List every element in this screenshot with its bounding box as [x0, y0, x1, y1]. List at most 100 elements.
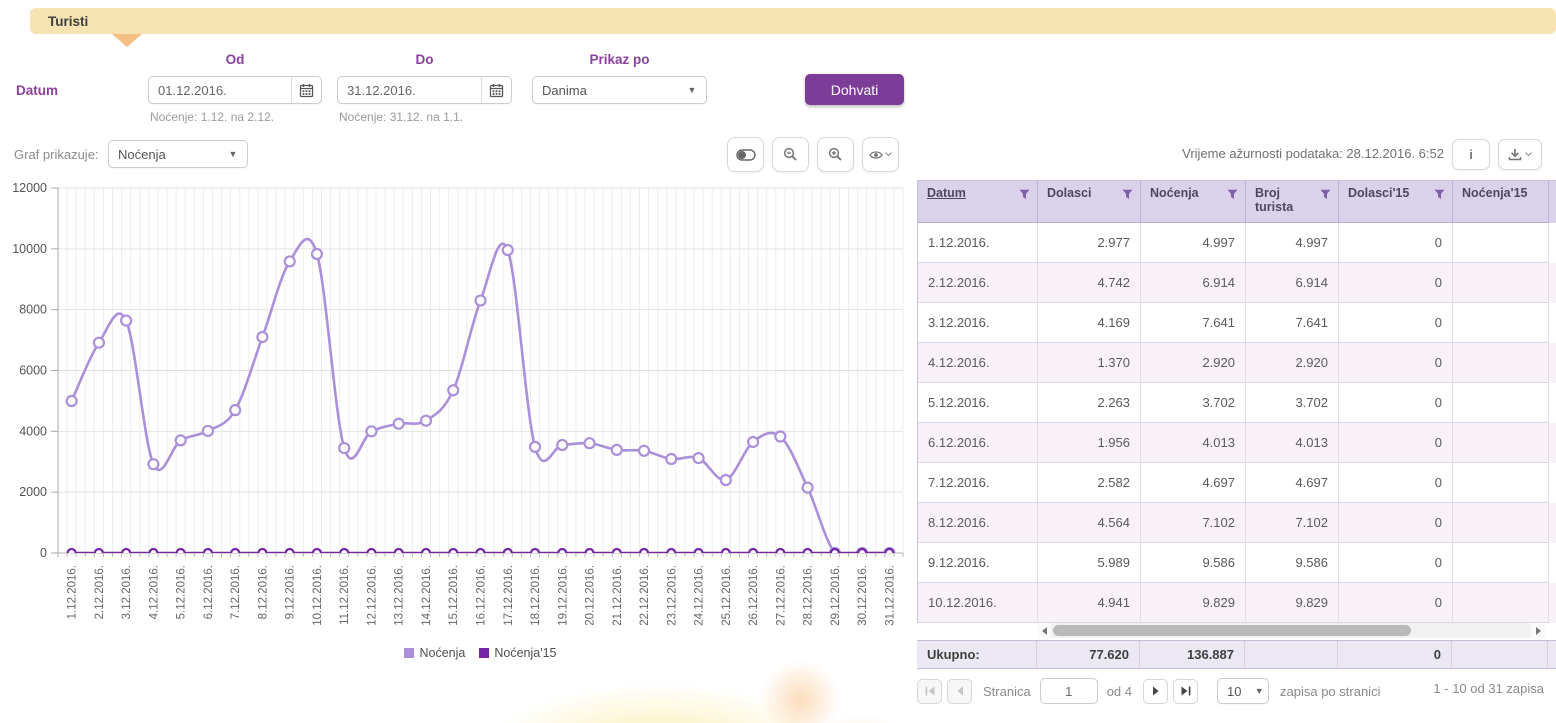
table-row[interactable]: 1.12.2016.2.9774.9974.9970 — [918, 223, 1556, 263]
date-from-input[interactable] — [149, 77, 291, 103]
filter-icon[interactable] — [1320, 189, 1331, 200]
column-header-no-enja[interactable]: Noćenja — [1141, 181, 1246, 223]
filter-icon[interactable] — [1019, 189, 1030, 200]
column-header-broj-turista[interactable]: Broj turista — [1246, 181, 1339, 223]
data-point-marker[interactable] — [476, 296, 486, 306]
legend-item[interactable]: Noćenja — [404, 646, 465, 660]
column-header-dolasci-15[interactable]: Dolasci'15 — [1339, 181, 1453, 223]
data-point-marker[interactable] — [448, 385, 458, 395]
data-point-marker[interactable] — [67, 396, 77, 406]
data-point-marker[interactable] — [585, 438, 595, 448]
data-point-marker[interactable] — [339, 443, 349, 453]
data-point-marker[interactable] — [557, 440, 567, 450]
table-row[interactable]: 3.12.2016.4.1697.6417.6410 — [918, 303, 1556, 343]
data-point-marker[interactable] — [667, 549, 675, 553]
graf-prikazuje-select[interactable]: Noćenja ▼ — [108, 140, 248, 168]
data-point-marker[interactable] — [177, 549, 185, 553]
data-point-marker[interactable] — [258, 549, 266, 553]
series-nocenja[interactable] — [67, 239, 895, 558]
data-point-marker[interactable] — [477, 549, 485, 553]
scrollbar-thumb[interactable] — [1053, 625, 1411, 636]
data-point-marker[interactable] — [640, 549, 648, 553]
data-point-marker[interactable] — [531, 549, 539, 553]
table-row[interactable]: 5.12.2016.2.2633.7023.7020 — [918, 383, 1556, 423]
data-point-marker[interactable] — [803, 483, 813, 493]
scrollbar-track[interactable] — [1051, 623, 1531, 638]
filter-icon[interactable] — [1122, 189, 1133, 200]
data-point-marker[interactable] — [95, 549, 103, 553]
data-point-marker[interactable] — [804, 549, 812, 553]
data-point-marker[interactable] — [449, 549, 457, 553]
date-to-calendar-button[interactable] — [481, 77, 511, 103]
page-size-select[interactable]: 10 ▼ — [1217, 678, 1269, 704]
export-button[interactable] — [1498, 139, 1542, 170]
data-point-marker[interactable] — [366, 426, 376, 436]
data-point-marker[interactable] — [176, 435, 186, 445]
data-point-marker[interactable] — [231, 549, 239, 553]
data-point-marker[interactable] — [204, 549, 212, 553]
column-header-no-enja-15[interactable]: Noćenja'15 — [1453, 181, 1549, 223]
data-point-marker[interactable] — [694, 453, 704, 463]
prikaz-po-select[interactable]: Danima ▼ — [532, 76, 707, 104]
legend-item[interactable]: Noćenja'15 — [479, 646, 556, 660]
column-header-datum[interactable]: Datum — [918, 181, 1038, 223]
data-point-marker[interactable] — [639, 446, 649, 456]
data-point-marker[interactable] — [395, 549, 403, 553]
data-point-marker[interactable] — [148, 459, 158, 469]
series-visibility-button[interactable] — [862, 137, 899, 172]
tab-turisti[interactable]: Turisti — [48, 14, 88, 29]
data-point-marker[interactable] — [722, 549, 730, 553]
zoom-out-button[interactable] — [772, 137, 809, 172]
last-page-button[interactable] — [1173, 679, 1198, 704]
filter-icon[interactable] — [1434, 189, 1445, 200]
data-point-marker[interactable] — [776, 549, 784, 553]
page-number-input[interactable] — [1040, 678, 1098, 704]
data-point-marker[interactable] — [749, 549, 757, 553]
data-point-marker[interactable] — [422, 549, 430, 553]
table-row[interactable]: 4.12.2016.1.3702.9202.9200 — [918, 343, 1556, 383]
data-point-marker[interactable] — [121, 316, 131, 326]
table-row[interactable]: 8.12.2016.4.5647.1027.1020 — [918, 503, 1556, 543]
data-point-marker[interactable] — [149, 549, 157, 553]
info-button[interactable]: i — [1452, 139, 1490, 170]
data-point-marker[interactable] — [394, 419, 404, 429]
data-point-marker[interactable] — [613, 549, 621, 553]
table-row[interactable]: 10.12.2016.4.9419.8299.8290 — [918, 583, 1556, 623]
date-from-calendar-button[interactable] — [291, 77, 321, 103]
data-point-marker[interactable] — [530, 442, 540, 452]
data-point-marker[interactable] — [68, 549, 76, 553]
data-point-marker[interactable] — [721, 475, 731, 485]
data-point-marker[interactable] — [666, 454, 676, 464]
chart-toggle-button[interactable] — [727, 137, 764, 172]
data-point-marker[interactable] — [312, 249, 322, 259]
data-point-marker[interactable] — [775, 432, 785, 442]
data-point-marker[interactable] — [313, 549, 321, 553]
dohvati-button[interactable]: Dohvati — [805, 74, 904, 105]
first-page-button[interactable] — [917, 679, 942, 704]
data-point-marker[interactable] — [695, 549, 703, 553]
data-point-marker[interactable] — [885, 549, 893, 553]
data-point-marker[interactable] — [257, 332, 267, 342]
data-point-marker[interactable] — [748, 437, 758, 447]
date-to-input[interactable] — [338, 77, 481, 103]
data-point-marker[interactable] — [122, 549, 130, 553]
table-row[interactable]: 2.12.2016.4.7426.9146.9140 — [918, 263, 1556, 303]
series-nocenja15[interactable] — [68, 549, 894, 553]
data-point-marker[interactable] — [858, 549, 866, 553]
table-row[interactable]: 7.12.2016.2.5824.6974.6970 — [918, 463, 1556, 503]
zoom-in-button[interactable] — [817, 137, 854, 172]
data-point-marker[interactable] — [503, 245, 513, 255]
data-point-marker[interactable] — [558, 549, 566, 553]
table-horizontal-scrollbar[interactable] — [1037, 623, 1545, 638]
scroll-right-button[interactable] — [1531, 623, 1545, 638]
next-page-button[interactable] — [1143, 679, 1168, 704]
data-point-marker[interactable] — [203, 426, 213, 436]
data-point-marker[interactable] — [230, 405, 240, 415]
table-row[interactable]: 6.12.2016.1.9564.0134.0130 — [918, 423, 1556, 463]
data-point-marker[interactable] — [285, 256, 295, 266]
prev-page-button[interactable] — [947, 679, 972, 704]
scroll-left-button[interactable] — [1037, 623, 1051, 638]
data-point-marker[interactable] — [504, 549, 512, 553]
data-point-marker[interactable] — [831, 549, 839, 553]
data-point-marker[interactable] — [421, 416, 431, 426]
